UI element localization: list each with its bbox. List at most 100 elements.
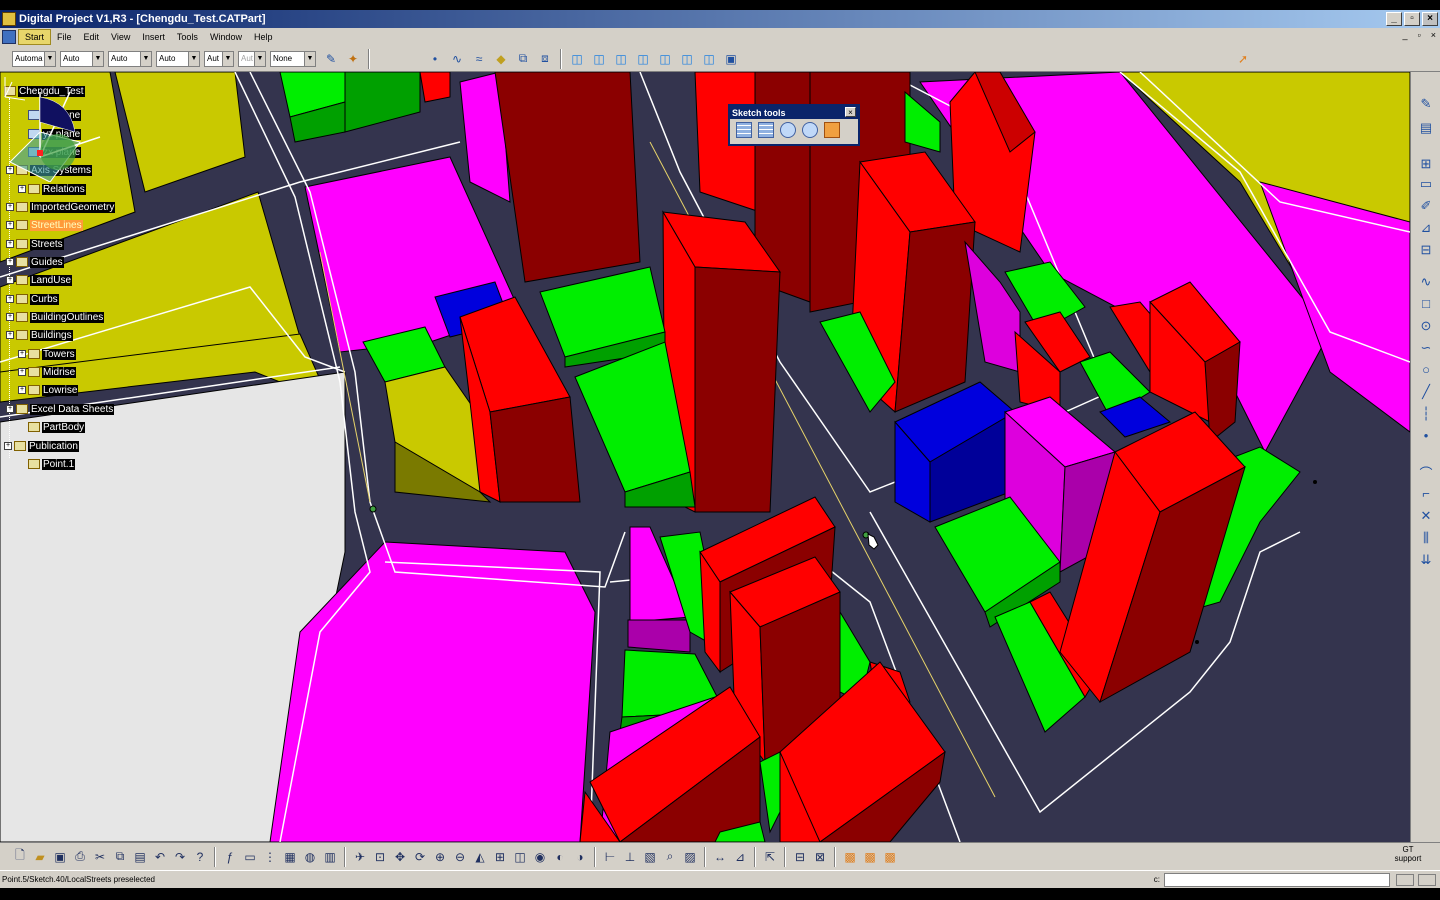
expand-icon[interactable]: + [6, 240, 14, 248]
expand-icon[interactable]: + [18, 350, 26, 358]
command-input[interactable] [1164, 872, 1390, 887]
sketch-tools-title[interactable]: Sketch tools [730, 106, 858, 119]
named-views-icon[interactable]: ▣ [722, 50, 740, 68]
line-type-combo[interactable]: Auto ▼ [156, 50, 200, 67]
street-point[interactable] [369, 505, 377, 513]
menu-edit[interactable]: Edit [78, 29, 106, 45]
sketch-tools-palette[interactable]: Sketch tools × [728, 104, 860, 146]
pencil-icon[interactable]: ✐ [1417, 198, 1435, 214]
menu-view[interactable]: View [105, 29, 136, 45]
measure-item-icon[interactable]: ⊿ [731, 848, 749, 866]
axis-icon[interactable]: ┆ [1417, 406, 1435, 422]
formula-icon[interactable]: ƒ [221, 848, 239, 866]
right-view-icon[interactable]: ◫ [656, 50, 674, 68]
expand-icon[interactable]: + [18, 368, 26, 376]
tree-node-buildings[interactable]: + Buildings [6, 328, 73, 342]
restore-button[interactable]: ▫ [1404, 12, 1420, 26]
sweep-icon[interactable]: ≈ [470, 50, 488, 68]
back-view-icon[interactable]: ◫ [612, 50, 630, 68]
status-button[interactable] [1418, 873, 1436, 886]
menu-tools[interactable]: Tools [171, 29, 204, 45]
expand-icon[interactable]: + [6, 221, 14, 229]
expand-icon[interactable]: + [6, 405, 14, 413]
menu-start[interactable]: Start [18, 29, 52, 45]
tree-node-lowrise[interactable]: + Lowrise [18, 383, 79, 397]
menu-help[interactable]: Help [248, 29, 279, 45]
point-symbol-combo[interactable]: Aut ▼ [204, 50, 234, 67]
tree-node-towers[interactable]: + Towers [18, 347, 76, 361]
transparency-combo[interactable]: Auto ▼ [60, 50, 104, 67]
spline-icon[interactable]: ∿ [1417, 274, 1435, 290]
table-icon[interactable]: ▦ [281, 848, 299, 866]
expand-icon[interactable]: + [6, 331, 14, 339]
construction-element-icon[interactable] [780, 122, 796, 138]
chamfer-icon[interactable]: ⌐ [1417, 486, 1435, 502]
project-3d-elements-icon[interactable]: ⇊ [1417, 552, 1435, 568]
doc-minimize-button[interactable]: _ [1403, 30, 1408, 40]
tree-node-partbody[interactable]: PartBody [18, 420, 86, 434]
tree-node-importedgeometry[interactable]: + ImportedGeometry [6, 200, 116, 214]
expand-icon[interactable]: + [6, 313, 14, 321]
rectangle-icon[interactable]: □ [1417, 296, 1435, 312]
tree-node-guides[interactable]: + Guides [6, 255, 64, 269]
mirror-icon[interactable]: ⫼ [1417, 530, 1435, 546]
curve-icon[interactable]: ∽ [1417, 340, 1435, 356]
sketch-icon[interactable]: ✎ [1417, 96, 1435, 112]
save-icon[interactable]: ▣ [51, 848, 69, 866]
copy-icon[interactable]: ⧉ [111, 848, 129, 866]
expand-icon[interactable]: + [6, 258, 14, 266]
gt-support-logo[interactable]: GT support [1390, 845, 1426, 863]
spline-icon[interactable]: ∿ [448, 50, 466, 68]
whats-this-icon[interactable]: ? [191, 848, 209, 866]
select-arrow-icon[interactable]: ➚ [1234, 50, 1252, 68]
zoom-in-icon[interactable]: ⊕ [431, 848, 449, 866]
front-view-icon[interactable]: ◫ [590, 50, 608, 68]
measure-icon[interactable]: ⊥ [621, 848, 639, 866]
tree-node-midrise[interactable]: + Midrise [18, 365, 77, 379]
select-icon[interactable]: ⇱ [761, 848, 779, 866]
fly-mode-icon[interactable]: ✈ [351, 848, 369, 866]
iso-view-icon[interactable]: ◫ [511, 848, 529, 866]
search-icon[interactable]: ⌕ [661, 848, 679, 866]
expand-icon[interactable]: + [4, 442, 12, 450]
tree-node-publication[interactable]: + Publication [4, 439, 79, 453]
geometrical-constraints-icon[interactable] [802, 122, 818, 138]
multi-view-icon[interactable]: ⊞ [491, 848, 509, 866]
rotate-icon[interactable]: ⟳ [411, 848, 429, 866]
open-folder-icon[interactable]: ▰ [31, 848, 49, 866]
expand-icon[interactable]: + [6, 203, 14, 211]
rectangle-tool-icon[interactable]: ▭ [1417, 176, 1435, 192]
sketch-tools-close-button[interactable]: × [845, 107, 856, 117]
normal-view-icon[interactable]: ◭ [471, 848, 489, 866]
tree-node-streets[interactable]: + Streets [6, 237, 64, 251]
offset-icon[interactable]: ▩ [881, 848, 899, 866]
street-point[interactable] [1313, 480, 1317, 484]
doc-close-button[interactable]: × [1431, 30, 1436, 40]
properties-brush-icon[interactable]: ✦ [344, 50, 362, 68]
iso-view-icon[interactable]: ◫ [568, 50, 586, 68]
fit-all-icon[interactable]: ⊡ [371, 848, 389, 866]
positioned-sketch-icon[interactable]: ▤ [1417, 120, 1435, 136]
expand-icon[interactable]: + [18, 185, 26, 193]
left-view-icon[interactable]: ◫ [634, 50, 652, 68]
city-model-scene[interactable] [0, 72, 1410, 842]
paste-icon[interactable]: ▤ [131, 848, 149, 866]
redo-icon[interactable]: ↷ [171, 848, 189, 866]
sheet-metal-icon[interactable]: ▩ [841, 848, 859, 866]
expand-icon[interactable]: + [18, 386, 26, 394]
color-combo[interactable]: Automa ▼ [12, 50, 56, 67]
swap-visible-space-icon[interactable]: ◑ [571, 848, 589, 866]
split-icon[interactable]: ⧈ [536, 50, 554, 68]
pan-icon[interactable]: ✥ [391, 848, 409, 866]
corner-icon[interactable]: ⌒ [1417, 466, 1435, 482]
expand-icon[interactable]: + [6, 276, 14, 284]
tree-node-streetlines[interactable]: + StreetLines [6, 218, 83, 232]
rendering-style-combo[interactable]: Aut ▼ [238, 50, 266, 67]
fill-icon[interactable]: ◆ [492, 50, 510, 68]
circle-icon[interactable]: ⊙ [1417, 318, 1435, 334]
point-icon[interactable]: • [1417, 428, 1435, 444]
constraint-icon[interactable]: ⊿ [1417, 220, 1435, 236]
close-button[interactable]: × [1422, 12, 1438, 26]
join-icon[interactable]: ⧉ [514, 50, 532, 68]
expand-icon[interactable]: + [6, 295, 14, 303]
